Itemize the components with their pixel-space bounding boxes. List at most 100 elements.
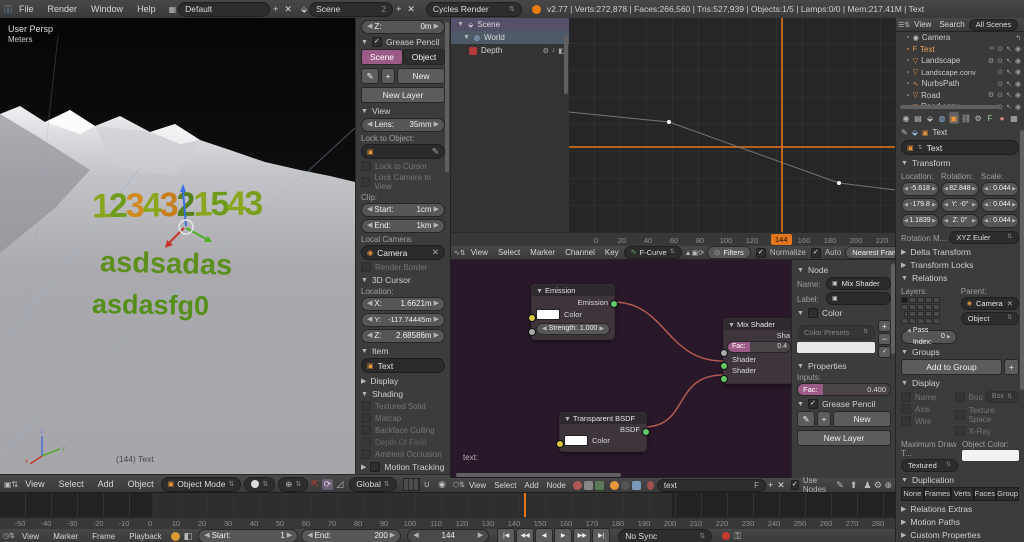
current-frame-field[interactable]: ◀144▶ [407, 529, 489, 542]
vp-menu-select[interactable]: Select [52, 479, 91, 489]
transparent-color-swatch[interactable] [564, 435, 588, 446]
gp-new-button[interactable]: New [397, 68, 445, 84]
scale-z-field[interactable]: ◀: 0.044▶ [981, 214, 1019, 228]
transform-section[interactable]: ▼Transform [901, 158, 1019, 168]
dup-faces-tab[interactable]: Faces [974, 487, 997, 501]
channel-scrollbar[interactable] [564, 34, 568, 94]
matcap-checkbox[interactable]: Matcap [361, 413, 445, 423]
parent-type-selector[interactable]: Object⇅ [961, 312, 1019, 325]
scene-delete-button[interactable]: ✕ [404, 4, 418, 15]
bounds-type-selector[interactable]: Box⇅ [985, 391, 1019, 403]
tl-menu-marker[interactable]: Marker [46, 532, 85, 541]
display-wire-checkbox[interactable]: Wire [901, 416, 953, 426]
clip-start-field[interactable]: ◀Start: 1cm▶ [361, 203, 445, 217]
item-name-field[interactable]: ▣ Text [361, 358, 445, 373]
scene-add-button[interactable]: + [393, 4, 404, 14]
dup-frames-tab[interactable]: Frames [924, 487, 951, 501]
outliner-item-road[interactable]: ∘▽ Road ⚙⊙↖◉ [896, 90, 1024, 102]
node-editor[interactable]: ▼ Emission Emission Color ◀Strength: 1.0… [450, 259, 896, 479]
sidebar-fac-slider[interactable]: Fac: 0.400 [797, 383, 891, 396]
lock-object-field[interactable]: ▣ ✎ [361, 144, 445, 159]
eye-icon[interactable]: ⊙ [997, 91, 1003, 99]
graph-canvas[interactable] [569, 18, 896, 232]
jump-end-button[interactable]: ▶| [592, 528, 610, 542]
timeline-editor-type-icon[interactable]: ◷⇅ [3, 532, 15, 540]
wrench-icon[interactable]: ⚙ [988, 57, 994, 65]
relations-extras-section[interactable]: ▶Relations Extras [901, 504, 1019, 514]
node-properties-section[interactable]: ▼Properties [797, 361, 891, 371]
outliner-item-text[interactable]: ∘F Text ∞⊙↖◉ [896, 44, 1024, 56]
shading-section[interactable]: ▼Shading [361, 389, 445, 399]
render-icon[interactable]: ◉ [1015, 80, 1021, 88]
material-name-field[interactable]: text F [657, 479, 766, 492]
world-slot-icon[interactable] [621, 481, 630, 490]
motion-tracking-section[interactable]: ▶Motion Tracking [361, 462, 445, 472]
cursor-y-field[interactable]: ◀Y: -117.74445m▶ [361, 313, 445, 327]
graph-menu-marker[interactable]: Marker [525, 248, 560, 257]
node-transparent-header[interactable]: ▼ Transparent BSDF [560, 413, 646, 424]
scale-x-field[interactable]: ◀: 0.044▶ [981, 182, 1019, 196]
graph-menu-select[interactable]: Select [493, 248, 525, 257]
fake-user-button[interactable]: F [754, 480, 759, 491]
material-add-button[interactable]: + [766, 480, 775, 490]
node-group-icons[interactable]: ♟ ⚙ ⊕ [860, 480, 895, 491]
graph-normalize-checkbox[interactable]: ✓Normalize [756, 248, 806, 258]
tab-object-icon[interactable]: ▣ [949, 112, 959, 124]
start-frame-field[interactable]: ◀Start: 1▶ [198, 529, 298, 542]
manipulator-translate-icon[interactable]: ⇱ [308, 479, 322, 490]
render-border-checkbox[interactable]: Render Border [361, 262, 445, 272]
lock-to-cursor-checkbox[interactable]: Lock to Cursor [361, 161, 445, 171]
scene-selector[interactable]: Scene 2 [309, 2, 393, 17]
vp-menu-object[interactable]: Object [121, 479, 161, 489]
object-name-field[interactable]: ▣⇅ Text [901, 140, 1019, 155]
info-editor-icon[interactable]: ⓘ [4, 4, 12, 15]
node-mix-shader[interactable]: ▼ Mix Shader Sha Fac: 0.4 Shader Shader [723, 318, 795, 384]
npanel-scrollbar[interactable] [445, 22, 449, 172]
preset-remove-button[interactable]: − [878, 333, 891, 345]
menu-file[interactable]: File [12, 4, 41, 14]
emission-color-swatch[interactable] [536, 309, 560, 320]
editor-type-icon[interactable]: ▣⇅ [4, 480, 18, 489]
modifier-icon[interactable]: ⚙ [543, 47, 549, 55]
node-name-field[interactable]: ▣Mix Shader [826, 277, 891, 290]
outliner-item-camera[interactable]: ∘◉ Camera ↰ [896, 32, 1024, 44]
render-ogl-icon[interactable]: ◉ [434, 479, 450, 490]
color-presets-selector[interactable]: Color Presets⇅ [797, 325, 875, 340]
3d-cursor-section[interactable]: ▼3D Cursor [361, 275, 445, 285]
menu-window[interactable]: Window [84, 4, 130, 14]
render-icon[interactable]: ◉ [1015, 45, 1021, 53]
node-emission[interactable]: ▼ Emission Emission Color ◀Strength: 1.0… [531, 284, 615, 340]
loc-z-field[interactable]: ◀1.1839▶ [901, 214, 939, 228]
emission-output-socket[interactable] [610, 300, 618, 308]
object-slot-icon[interactable] [610, 481, 619, 490]
node-menu-node[interactable]: Node [543, 481, 570, 490]
graph-menu-view[interactable]: View [466, 248, 493, 257]
pivot-selector[interactable]: ⊕⇅ [278, 477, 308, 492]
record-icon[interactable] [722, 532, 730, 540]
mode-selector[interactable]: ▣ Object Mode ⇅ [161, 477, 242, 492]
transparent-color-socket[interactable] [556, 440, 564, 448]
vp-menu-view[interactable]: View [18, 479, 51, 489]
graph-menu-channel[interactable]: Channel [560, 248, 600, 257]
gp-new-layer-button[interactable]: New Layer [361, 87, 445, 103]
scale-y-field[interactable]: ◀: 0.044▶ [981, 198, 1019, 212]
node-gp-add-button[interactable]: + [817, 411, 831, 427]
grease-pencil-section[interactable]: ▼✓Grease Pencil [361, 37, 445, 47]
node-gp-new-layer-button[interactable]: New Layer [797, 430, 891, 446]
rotation-mode-selector[interactable]: XYZ Euler⇅ [949, 231, 1019, 244]
eye-icon[interactable]: ⊙ [997, 45, 1003, 53]
node-grease-pencil-section[interactable]: ▼✓Grease Pencil [797, 399, 891, 409]
lock-camera-checkbox[interactable]: Lock Camera to View [361, 173, 445, 191]
emission-strength-field[interactable]: ◀Strength: 1.000▶ [536, 323, 610, 335]
select-icon[interactable]: ↖ [1006, 68, 1012, 76]
tl-menu-frame[interactable]: Frame [85, 532, 122, 541]
dup-group-tab[interactable]: Group [996, 487, 1019, 501]
tab-world-icon[interactable]: ◍ [937, 112, 947, 124]
view-section[interactable]: ▼View [361, 106, 445, 116]
layout-delete-button[interactable]: ✕ [281, 4, 295, 15]
eye-icon[interactable]: ⊙ [997, 80, 1003, 88]
clip-end-field[interactable]: ◀End: 1km▶ [361, 219, 445, 233]
end-frame-field[interactable]: ◀End: 200▶ [301, 529, 401, 542]
loc-x-field[interactable]: ◀-5.618▶ [901, 182, 939, 196]
properties-scrollbar[interactable] [1020, 130, 1024, 390]
